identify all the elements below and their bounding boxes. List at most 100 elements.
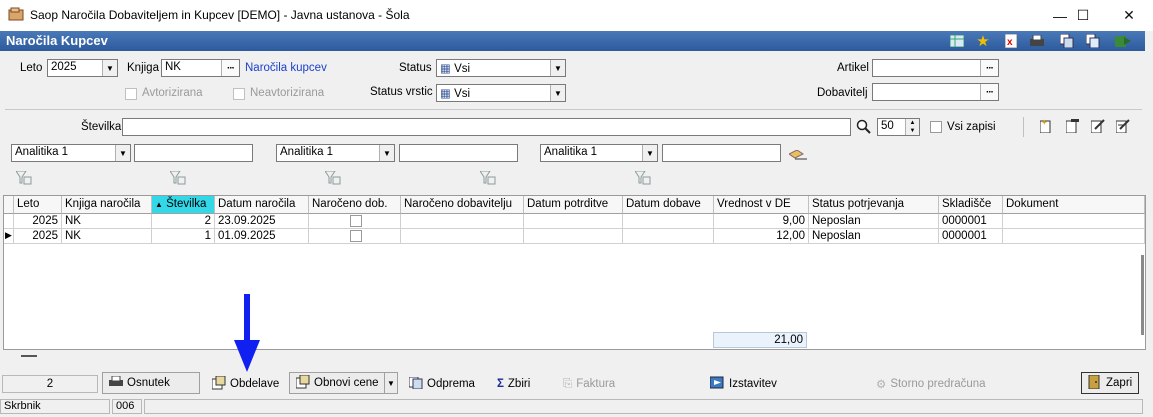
print-icon[interactable] [1028,33,1046,49]
table-cell[interactable] [1003,229,1145,244]
clear-filter-icon[interactable] [788,149,807,163]
analitika-input-3[interactable] [662,144,781,162]
table-cell[interactable]: Neposlan [809,229,939,244]
filter-icon[interactable] [634,170,651,185]
obnovi-cene-button[interactable]: Obnovi cene ▼ [289,372,398,394]
chevron-down-icon[interactable]: ▼ [384,373,397,393]
table-cell[interactable]: NK [62,214,152,229]
table-cell[interactable]: Neposlan [809,214,939,229]
column-header-naroceno-dobavitelju[interactable]: Naročeno dobavitelju [401,196,524,214]
filter-icon[interactable] [169,170,186,185]
close-button[interactable]: ✕ [1106,0,1152,31]
odprema-button[interactable]: Odprema [403,373,481,395]
table-cell[interactable] [401,214,524,229]
neavtorizirana-checkbox[interactable] [233,88,245,100]
browse-button[interactable]: ··· [221,60,239,76]
maximize-button[interactable]: ☐ [1060,0,1106,31]
delete-icon[interactable]: x [1002,33,1020,49]
table-cell[interactable]: 2 [152,214,215,229]
column-header-vrednost[interactable]: Vrednost v DE [714,196,809,214]
duplicate-icon[interactable] [1084,33,1102,49]
zapri-button[interactable]: Zapri [1081,372,1139,394]
table-cell[interactable] [524,214,623,229]
table-cell[interactable]: 12,00 [714,229,809,244]
column-header-skladisce[interactable]: Skladišče [939,196,1003,214]
filter-icon[interactable] [479,170,496,185]
orders-grid[interactable]: Leto Knjiga naročila ▲ Številka Datum na… [3,195,1146,350]
table-cell[interactable]: 1 [152,229,215,244]
column-header-naroceno-dob[interactable]: Naročeno dob. [309,196,401,214]
status-vrstic-select[interactable]: ▦ Vsi ▼ [436,84,566,102]
column-header-knjiga[interactable]: Knjiga naročila [62,196,152,214]
column-header-stevilka[interactable]: ▲ Številka [152,196,215,214]
chevron-down-icon[interactable]: ▼ [550,60,565,76]
browse-button[interactable]: ··· [980,60,998,76]
chevron-down-icon[interactable]: ▼ [102,60,117,76]
avtorizirana-checkbox[interactable] [125,88,137,100]
analitika-select-1[interactable]: Analitika 1 ▼ [11,144,131,162]
column-header-datum-narocila[interactable]: Datum naročila [215,196,309,214]
vsi-zapisi-checkbox[interactable] [930,121,942,133]
analitika-input-2[interactable] [399,144,518,162]
browse-button[interactable]: ··· [980,84,998,100]
grid-settings-icon[interactable] [948,33,966,49]
table-cell[interactable]: 2025 [14,229,62,244]
osnutek-button[interactable]: Osnutek [102,372,200,394]
table-cell[interactable]: 0000001 [939,214,1003,229]
chevron-down-icon[interactable]: ▼ [115,145,130,161]
faktura-button[interactable]: ⎘ Faktura [557,373,621,395]
table-cell[interactable]: 9,00 [714,214,809,229]
column-header-dokument[interactable]: Dokument [1003,196,1145,214]
status-select[interactable]: ▦ Vsi ▼ [436,59,566,77]
column-header-status[interactable]: Status potrjevanja [809,196,939,214]
table-cell[interactable] [1003,214,1145,229]
knjiga-input[interactable]: NK ··· [161,59,240,77]
table-cell[interactable] [309,229,401,244]
chevron-down-icon[interactable]: ▼ [642,145,657,161]
column-header-leto[interactable]: Leto [14,196,62,214]
edit-document-icon[interactable] [1065,119,1080,136]
storno-icon: ⚙ [876,379,887,391]
analitika-select-3[interactable]: Analitika 1 ▼ [540,144,658,162]
pencil-edit-icon[interactable] [1115,119,1130,136]
filter-icon[interactable] [324,170,341,185]
refresh-prices-icon [295,374,310,392]
table-cell[interactable] [623,214,714,229]
naroceno-checkbox[interactable] [350,230,362,242]
favorite-star-icon[interactable]: ★ [974,33,992,50]
table-cell[interactable] [623,229,714,244]
izstavitev-button[interactable]: Izstavitev [704,373,783,395]
row-indicator[interactable] [4,214,14,229]
current-row-arrow-icon[interactable]: ▶ [4,229,14,244]
table-cell[interactable]: 23.09.2025 [215,214,309,229]
filter-icon[interactable] [15,170,32,185]
table-cell[interactable] [401,229,524,244]
stevilka-search-input[interactable] [122,118,851,136]
copy-icon[interactable] [1058,33,1076,49]
table-cell[interactable]: 2025 [14,214,62,229]
analitika-select-2[interactable]: Analitika 1 ▼ [276,144,395,162]
exit-icon[interactable] [1114,33,1132,49]
storno-predracuna-button[interactable]: ⚙ Storno predračuna [870,373,992,395]
dobavitelj-input[interactable]: ··· [872,83,999,101]
vertical-scrollbar[interactable] [1141,255,1144,335]
chevron-down-icon[interactable]: ▼ [550,85,565,101]
table-cell[interactable]: 01.09.2025 [215,229,309,244]
new-document-icon[interactable]: ✦ [1039,118,1052,136]
column-header-datum-potrditve[interactable]: Datum potrditve [524,196,623,214]
search-icon[interactable] [856,119,872,138]
table-cell[interactable]: 0000001 [939,229,1003,244]
stepper-arrows-icon[interactable]: ▲ ▼ [905,119,919,135]
chevron-down-icon[interactable]: ▼ [379,145,394,161]
table-cell[interactable] [524,229,623,244]
table-cell[interactable] [309,214,401,229]
analitika-input-1[interactable] [134,144,253,162]
naroceno-checkbox[interactable] [350,215,362,227]
zbiri-button[interactable]: Σ Zbiri [491,373,536,395]
table-cell[interactable]: NK [62,229,152,244]
limit-stepper[interactable]: 50 ▲ ▼ [877,118,920,136]
artikel-input[interactable]: ··· [872,59,999,77]
column-header-datum-dobave[interactable]: Datum dobave [623,196,714,214]
pencil-document-icon[interactable] [1090,119,1105,136]
leto-select[interactable]: 2025 ▼ [47,59,118,77]
